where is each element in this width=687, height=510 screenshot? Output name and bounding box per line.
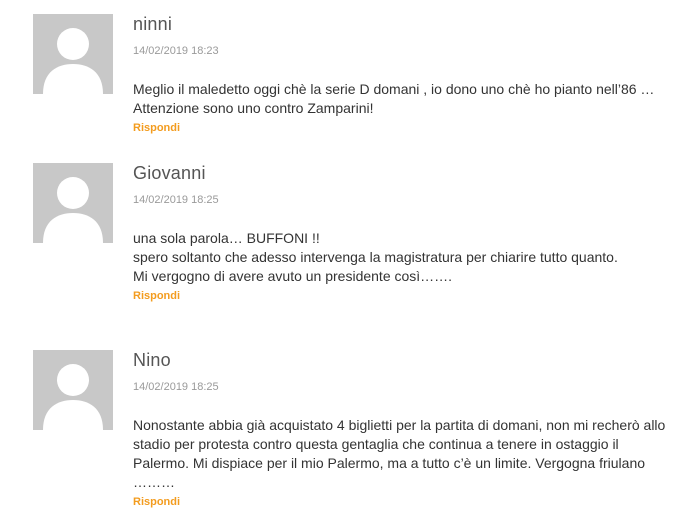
default-user-avatar-icon — [33, 14, 113, 94]
comment-body: Nino 14/02/2019 18:25 Nonostante abbia g… — [133, 350, 678, 510]
comment-text: Nonostante abbia già acquistato 4 biglie… — [133, 416, 668, 492]
comment-date: 14/02/2019 18:25 — [133, 381, 219, 393]
comment-author: ninni — [133, 14, 173, 34]
comment-text-line: spero soltanto che adesso intervenga la … — [133, 249, 618, 265]
comment-text: Meglio il maledetto oggi chè la serie D … — [133, 80, 658, 118]
comment-text-line: Nonostante abbia già acquistato 4 biglie… — [133, 417, 666, 490]
comment-author: Giovanni — [133, 163, 206, 183]
reply-button[interactable]: Rispondi — [133, 289, 180, 303]
comment-text: una sola parola… BUFFONI !! spero soltan… — [133, 229, 643, 286]
comment-body: ninni 14/02/2019 18:23 Meglio il maledet… — [133, 14, 678, 136]
comment-body: Giovanni 14/02/2019 18:25 una sola parol… — [133, 163, 678, 304]
comment-date: 14/02/2019 18:25 — [133, 194, 219, 206]
comment-date: 14/02/2019 18:23 — [133, 45, 219, 57]
reply-button[interactable]: Rispondi — [133, 121, 180, 135]
default-user-avatar-icon — [33, 350, 113, 430]
default-user-avatar-icon — [33, 163, 113, 243]
comment-author: Nino — [133, 350, 171, 370]
comment-text-line: Meglio il maledetto oggi chè la serie D … — [133, 81, 655, 116]
comment-text-line: una sola parola… BUFFONI !! — [133, 230, 320, 246]
comment-text-line: Mi vergogno di avere avuto un presidente… — [133, 268, 453, 284]
reply-button[interactable]: Rispondi — [133, 495, 180, 509]
